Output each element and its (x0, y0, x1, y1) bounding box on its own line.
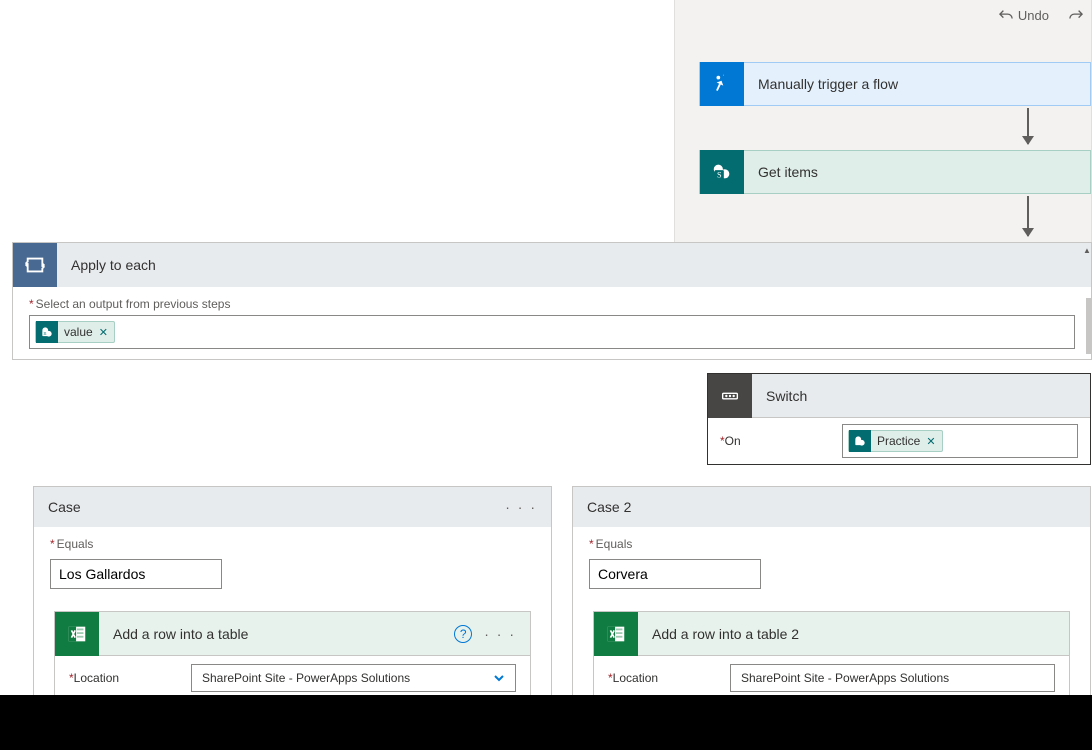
undo-icon (999, 8, 1013, 22)
chevron-down-icon (493, 672, 505, 684)
redo-icon (1069, 8, 1083, 22)
sharepoint-icon (849, 430, 871, 452)
apply-to-each-title: Apply to each (57, 257, 156, 273)
trigger-icon (700, 62, 744, 106)
value-token[interactable]: S value ✕ (35, 321, 115, 343)
connector-arrow (1027, 108, 1029, 144)
switch-title: Switch (752, 388, 807, 404)
overview-canvas: Undo Manually trigger a flow S Get items (674, 0, 1092, 246)
case-2: Case 2 *Equals Add a row into a table 2 … (572, 486, 1091, 714)
location-select-2[interactable]: SharePoint Site - PowerApps Solutions (730, 664, 1055, 692)
redo-button[interactable] (1069, 8, 1083, 22)
trigger-label: Manually trigger a flow (744, 76, 898, 92)
token-remove[interactable]: ✕ (926, 435, 935, 448)
case-1: Case · · · *Equals Add a row into a tabl… (33, 486, 552, 714)
location-row-2: *Location SharePoint Site - PowerApps So… (594, 656, 1069, 700)
token-remove[interactable]: ✕ (99, 326, 108, 339)
location-select-1[interactable]: SharePoint Site - PowerApps Solutions (191, 664, 516, 692)
excel-action-1-title: Add a row into a table (99, 626, 454, 642)
switch-header[interactable]: Switch (708, 374, 1090, 418)
token-label: value (64, 325, 93, 339)
case-1-more[interactable]: · · · (505, 499, 537, 515)
undo-button[interactable]: Undo (999, 8, 1049, 23)
bottom-bar (0, 695, 1092, 750)
toolbar: Undo (675, 0, 1091, 30)
case-1-title: Case (48, 499, 81, 515)
case-2-header[interactable]: Case 2 (573, 487, 1090, 527)
equals-input-2[interactable] (589, 559, 761, 589)
location-value-1: SharePoint Site - PowerApps Solutions (202, 671, 410, 685)
undo-label: Undo (1018, 8, 1049, 23)
scrollbar-thumb[interactable] (1086, 298, 1092, 354)
excel-action-2: Add a row into a table 2 *Location Share… (593, 611, 1070, 701)
on-label: *On (720, 434, 830, 448)
svg-text:S: S (43, 331, 46, 336)
location-label: *Location (69, 671, 179, 685)
loop-icon (13, 243, 57, 287)
output-input[interactable]: S value ✕ (29, 315, 1075, 349)
equals-label: *Equals (34, 527, 551, 555)
location-value-2: SharePoint Site - PowerApps Solutions (741, 671, 949, 685)
help-icon[interactable]: ? (454, 625, 472, 643)
sharepoint-icon: S (700, 150, 744, 194)
location-label-2: *Location (608, 671, 718, 685)
location-row-1: *Location SharePoint Site - PowerApps So… (55, 656, 530, 700)
switch-block: Switch *On Practice ✕ (707, 373, 1091, 465)
cases-container: Case · · · *Equals Add a row into a tabl… (33, 486, 1091, 714)
connector-arrow (1027, 196, 1029, 236)
excel-action-2-title: Add a row into a table 2 (638, 626, 1069, 642)
equals-label-2: *Equals (573, 527, 1090, 555)
getitems-label: Get items (744, 164, 818, 180)
getitems-step[interactable]: S Get items (699, 150, 1091, 194)
on-input[interactable]: Practice ✕ (842, 424, 1078, 458)
sharepoint-icon: S (36, 321, 58, 343)
practice-token[interactable]: Practice ✕ (848, 430, 943, 452)
excel-action-1-more[interactable]: · · · (484, 626, 516, 642)
trigger-step[interactable]: Manually trigger a flow (699, 62, 1091, 106)
excel-action-2-header[interactable]: Add a row into a table 2 (594, 612, 1069, 656)
switch-icon (708, 374, 752, 418)
apply-to-each-block: Apply to each *Select an output from pre… (12, 242, 1092, 360)
case-2-title: Case 2 (587, 499, 631, 515)
output-label: *Select an output from previous steps (13, 287, 1091, 315)
excel-action-1: Add a row into a table ? · · · *Location… (54, 611, 531, 701)
token-label: Practice (877, 434, 920, 448)
excel-action-1-header[interactable]: Add a row into a table ? · · · (55, 612, 530, 656)
equals-input-1[interactable] (50, 559, 222, 589)
svg-text:S: S (717, 171, 722, 180)
switch-on-row: *On Practice ✕ (708, 418, 1090, 464)
apply-to-each-header[interactable]: Apply to each (13, 243, 1091, 287)
excel-icon (55, 612, 99, 656)
excel-icon (594, 612, 638, 656)
case-1-header[interactable]: Case · · · (34, 487, 551, 527)
